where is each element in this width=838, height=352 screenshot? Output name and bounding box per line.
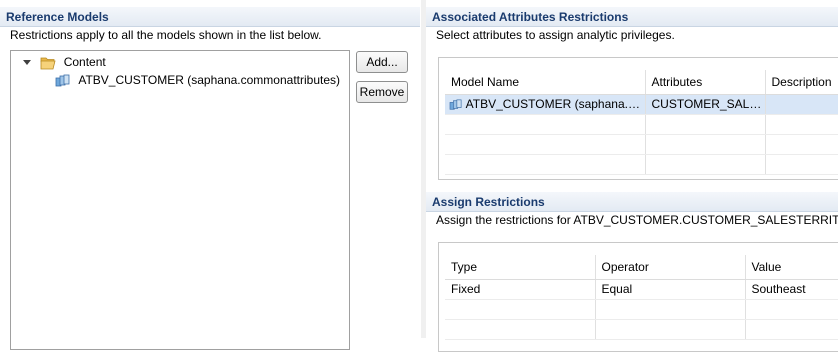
column-header-type[interactable]: Type (445, 255, 596, 280)
associated-attributes-table-frame: Model Name Attributes Description ATBV_C… (438, 57, 838, 180)
table-header-row: Model Name Attributes Description (445, 70, 838, 95)
tree-expand-arrow-icon[interactable] (23, 60, 31, 66)
reference-models-description: Restrictions apply to all the models sho… (10, 28, 322, 42)
column-header-attributes[interactable]: Attributes (645, 70, 766, 95)
associated-attributes-header: Associated Attributes Restrictions (426, 7, 838, 27)
remove-button[interactable]: Remove (356, 81, 408, 103)
value-cell[interactable]: Southeast (745, 279, 838, 300)
table-row[interactable] (445, 299, 838, 320)
panel-divider (421, 0, 426, 338)
attributes-cell[interactable]: CUSTOMER_SALE... (645, 94, 766, 115)
column-header-value[interactable]: Value (745, 255, 838, 280)
column-header-model-name[interactable]: Model Name (445, 70, 646, 95)
table-row[interactable] (445, 114, 838, 135)
assign-restrictions-title: Assign Restrictions (432, 195, 545, 209)
reference-models-header: Reference Models (0, 7, 420, 27)
table-row[interactable] (445, 134, 838, 155)
assign-restrictions-table-frame: Type Operator Value Fixed Equal Southeas… (438, 242, 838, 352)
tree-item-atbv-customer[interactable]: ATBV_CUSTOMER (saphana.commonattributes) (55, 71, 340, 89)
column-header-description[interactable]: Description (765, 70, 838, 95)
table-row[interactable]: ATBV_CUSTOMER (saphana.co... CUSTOMER_SA… (445, 94, 838, 115)
folder-open-icon (40, 57, 56, 70)
add-button[interactable]: Add... (356, 51, 408, 73)
tree-item-content[interactable]: Content (23, 53, 106, 71)
associated-attributes-table[interactable]: Model Name Attributes Description ATBV_C… (445, 70, 838, 175)
table-row[interactable] (445, 319, 838, 340)
attribute-view-icon (55, 74, 70, 87)
table-row[interactable]: Fixed Equal Southeast (445, 279, 838, 300)
attribute-view-icon (449, 99, 462, 110)
associated-attributes-title: Associated Attributes Restrictions (432, 10, 629, 24)
assign-restrictions-header: Assign Restrictions (426, 192, 838, 212)
model-name-cell[interactable]: ATBV_CUSTOMER (saphana.co... (445, 94, 646, 115)
type-cell[interactable]: Fixed (445, 279, 596, 300)
table-row[interactable] (445, 154, 838, 175)
table-header-row: Type Operator Value (445, 255, 838, 280)
reference-models-title: Reference Models (6, 10, 109, 24)
operator-cell[interactable]: Equal (595, 279, 746, 300)
assign-restrictions-table[interactable]: Type Operator Value Fixed Equal Southeas… (445, 255, 838, 340)
column-header-operator[interactable]: Operator (595, 255, 746, 280)
associated-attributes-description: Select attributes to assign analytic pri… (436, 28, 675, 42)
description-cell[interactable] (765, 94, 838, 115)
reference-models-tree[interactable]: Content ATBV_CUSTOMER (saphana.commonatt… (10, 50, 350, 350)
assign-restrictions-description: Assign the restrictions for ATBV_CUSTOME… (436, 213, 838, 227)
tree-item-label: ATBV_CUSTOMER (saphana.commonattributes) (78, 73, 340, 87)
tree-item-label: Content (63, 55, 106, 69)
